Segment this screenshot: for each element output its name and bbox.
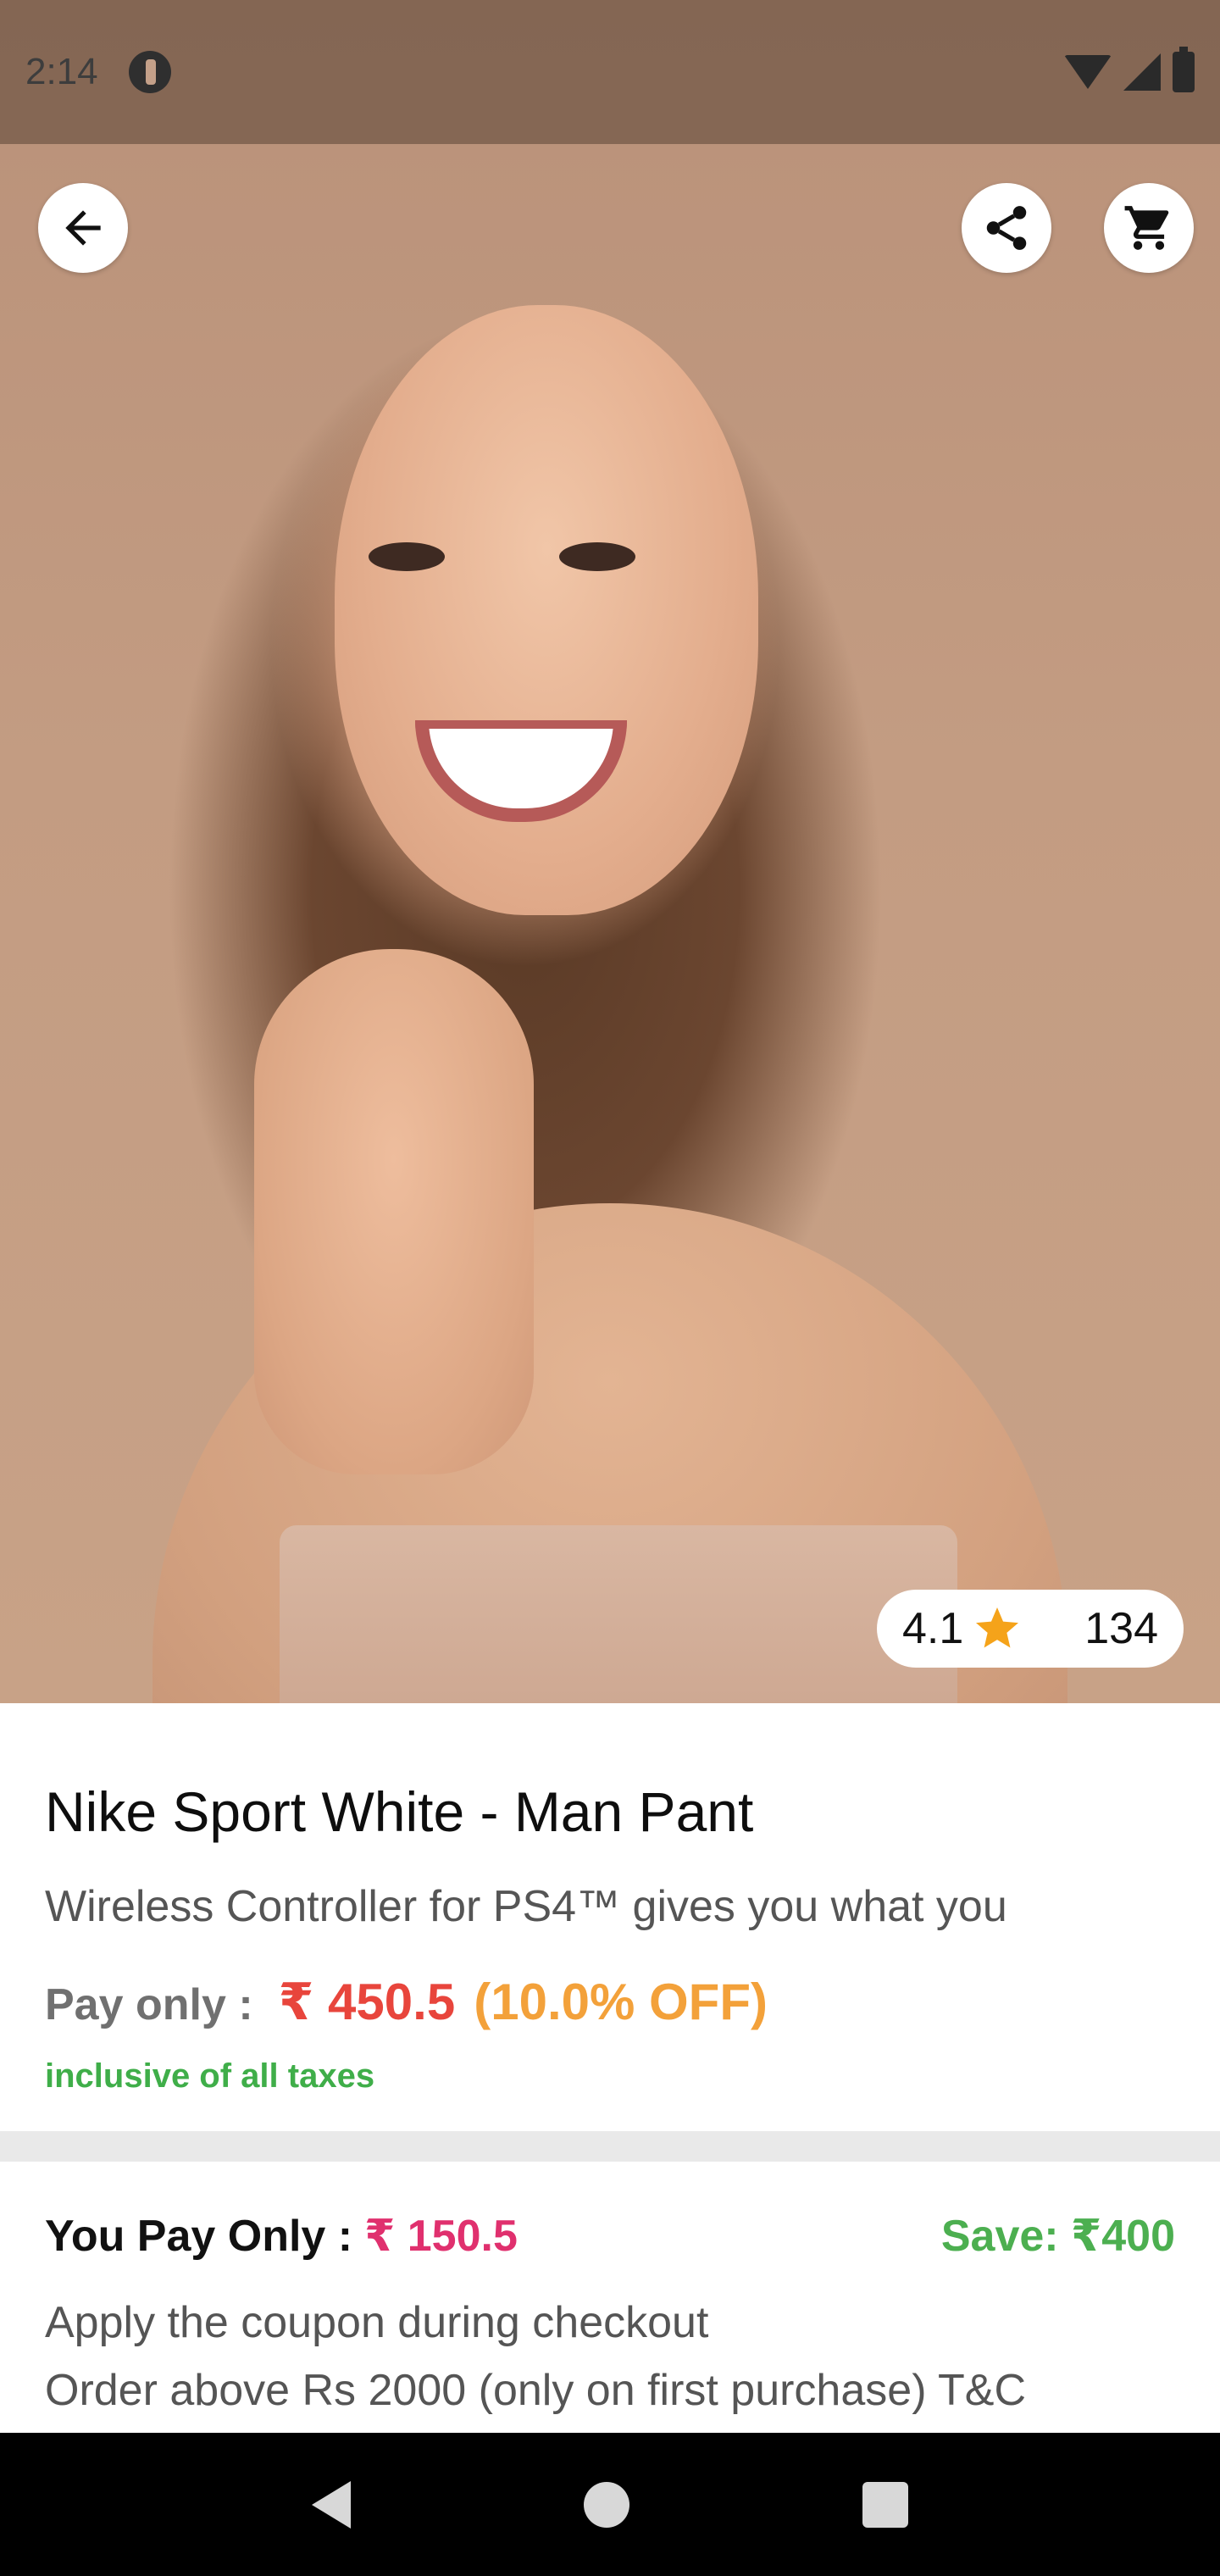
price-row: Pay only : ₹ 450.5 (10.0% OFF) — [45, 1973, 768, 2032]
discount-badge: (10.0% OFF) — [474, 1974, 768, 2030]
product-title: Nike Sport White - Man Pant — [45, 1780, 754, 1843]
nav-back-icon[interactable] — [311, 2480, 351, 2529]
status-icons — [1064, 47, 1195, 92]
image-eye-left — [369, 542, 445, 571]
cart-button[interactable] — [1104, 183, 1194, 273]
rating-badge[interactable]: 4.1 134 — [877, 1590, 1184, 1668]
product-description: Wireless Controller for PS4™ gives you w… — [45, 1882, 1007, 1931]
status-time: 2:14 — [25, 51, 98, 92]
tax-note: inclusive of all taxes — [45, 2057, 375, 2095]
pay-only-label: Pay only : — [45, 1980, 253, 2029]
star-icon — [976, 1607, 1019, 1648]
arrow-back-icon — [65, 210, 101, 246]
image-hands — [254, 949, 534, 1474]
status-bar: 2:14 — [0, 0, 1220, 144]
image-eye-right — [559, 542, 635, 571]
you-pay-label: You Pay Only : — [45, 2212, 353, 2261]
signal-icon — [1123, 53, 1161, 91]
image-garment — [280, 1525, 957, 1703]
image-face — [335, 305, 758, 915]
share-button[interactable] — [962, 183, 1051, 273]
rating-count: 134 — [1084, 1604, 1158, 1653]
dnd-icon — [128, 51, 171, 93]
battery-icon — [1173, 47, 1195, 92]
section-divider — [0, 2131, 1220, 2162]
coupon-terms[interactable]: Order above Rs 2000 (only on first purch… — [45, 2365, 1026, 2416]
save-amount: Save: ₹400 — [940, 2212, 1175, 2261]
wifi-icon — [1064, 55, 1112, 89]
you-pay-price: ₹ 150.5 — [364, 2212, 518, 2261]
system-nav-bar — [0, 2433, 1220, 2576]
rating-value: 4.1 — [902, 1604, 964, 1653]
nav-home-icon[interactable] — [583, 2481, 629, 2528]
back-button[interactable] — [38, 183, 128, 273]
coupon-offer[interactable]: You Pay Only : ₹ 150.5 Save: ₹400 Apply … — [0, 2162, 1220, 2433]
coupon-header: You Pay Only : ₹ 150.5 Save: ₹400 — [45, 2211, 1175, 2262]
coupon-instruction: Apply the coupon during checkout — [45, 2298, 709, 2347]
nav-recents-icon[interactable] — [862, 2481, 909, 2528]
share-icon — [986, 206, 1027, 250]
price: ₹ 450.5 — [278, 1974, 456, 2030]
cart-icon — [1124, 206, 1169, 250]
product-info: Nike Sport White - Man Pant Wireless Con… — [0, 1703, 1220, 2131]
